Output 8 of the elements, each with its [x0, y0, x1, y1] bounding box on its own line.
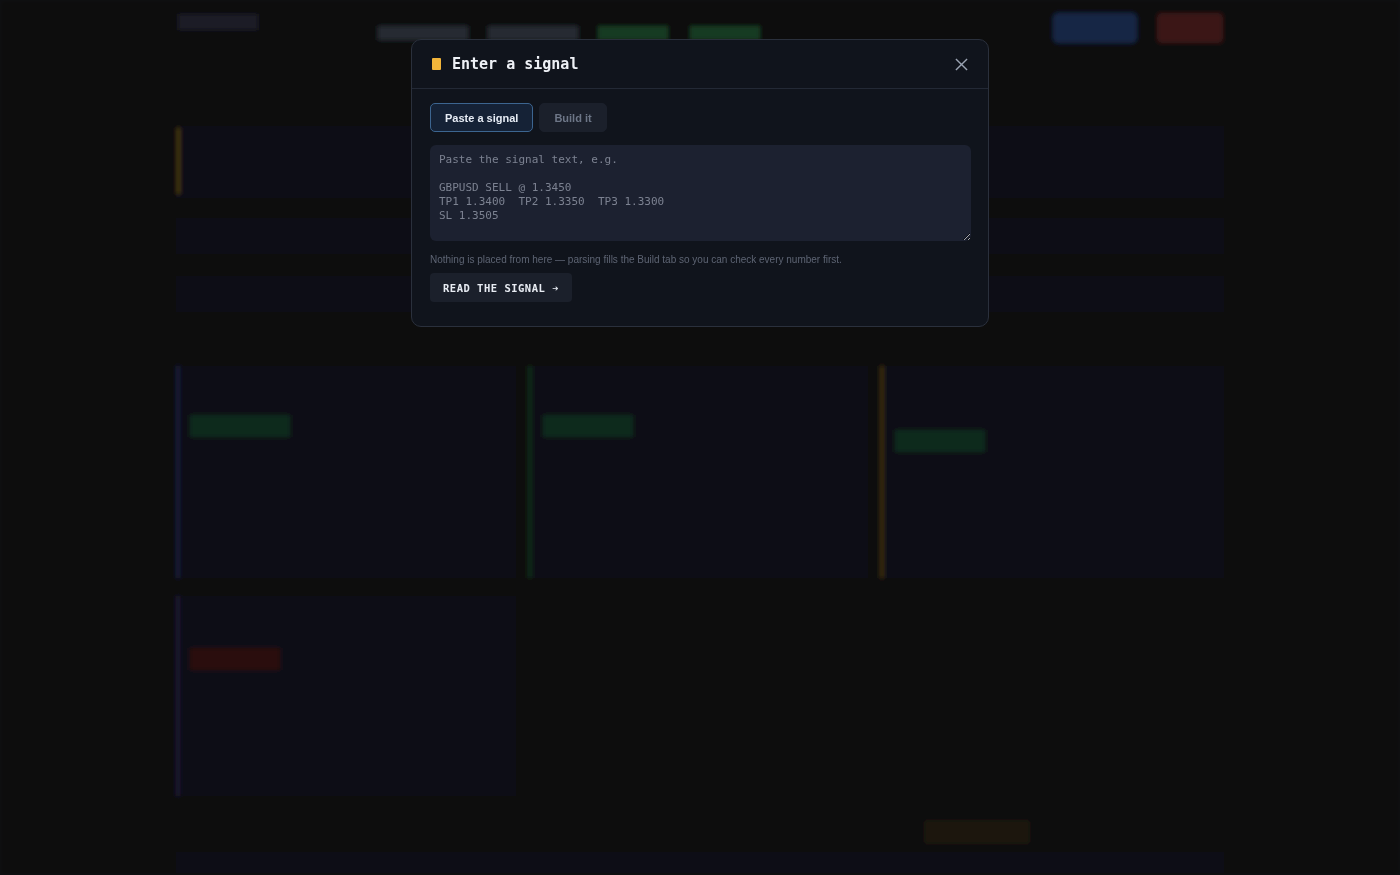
hint-text: Nothing is placed from here — parsing fills the Build tab so you can check every number first.: [430, 254, 842, 265]
dialog-title: Enter a signal: [452, 55, 580, 73]
tab[interactable]: Paste a signal: [430, 103, 534, 132]
square-icon: [432, 58, 441, 70]
tab[interactable]: Build it: [539, 103, 607, 132]
read-signal-button[interactable]: READ THE SIGNAL ➔: [430, 273, 572, 302]
signal-text-field[interactable]: Paste the signal text, e.g. GBPUSD SELL @ 1.3450 TP1 1.3400 TP2 1.3350 TP3 1.3300 SL 1.3505: [430, 145, 971, 241]
close-icon[interactable]: [955, 57, 968, 71]
